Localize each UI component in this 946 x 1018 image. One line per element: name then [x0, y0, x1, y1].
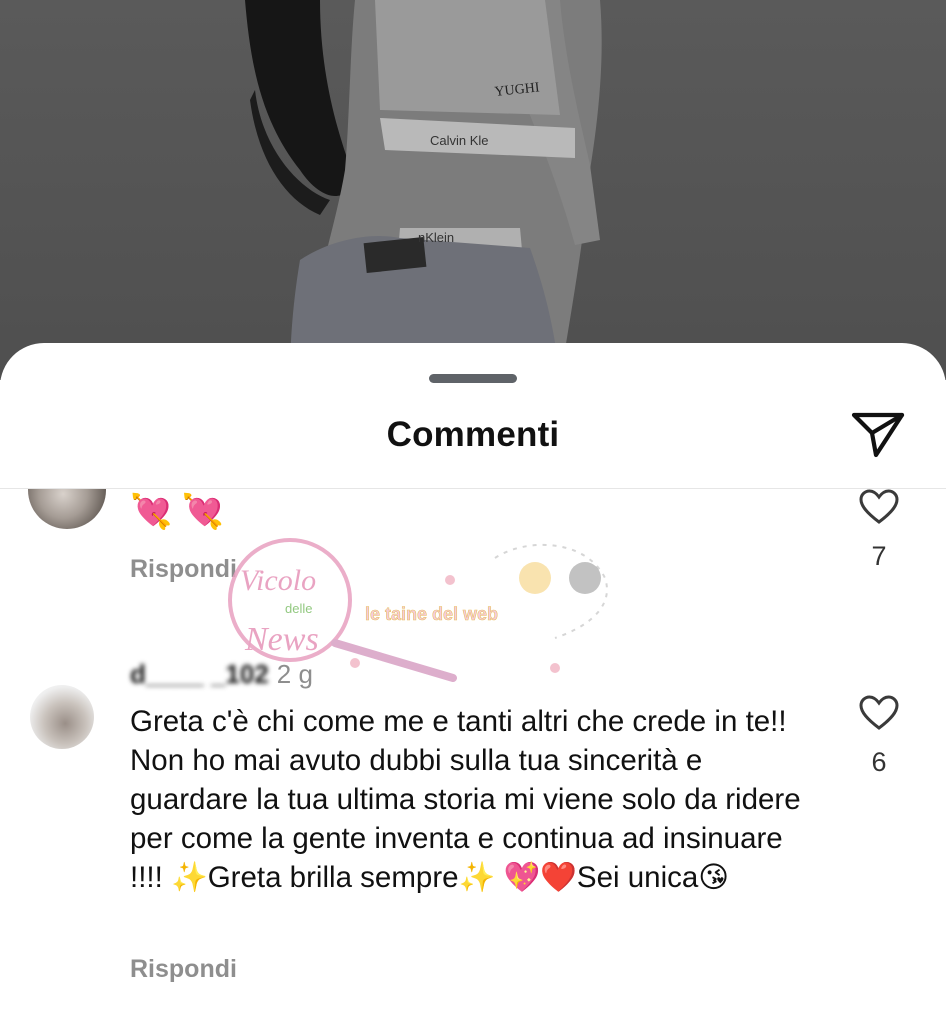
timestamp: 2 g: [276, 659, 313, 689]
reply-button[interactable]: Rispondi: [130, 955, 237, 984]
sheet-grabber-handle[interactable]: [429, 374, 517, 383]
like-button[interactable]: [859, 489, 899, 525]
underwear-brand-text: nKlein: [418, 230, 454, 245]
heart-outline-icon: [859, 489, 899, 524]
share-button[interactable]: [848, 407, 908, 463]
comment-text: Greta c'è chi come me e tanti altri che …: [130, 705, 801, 894]
like-count: 7: [871, 541, 887, 571]
like-button[interactable]: [859, 695, 899, 731]
bra-brand-text: Calvin Kle: [430, 133, 489, 148]
reply-button[interactable]: Rispondi: [130, 555, 237, 584]
screen: YUGHI Calvin Kle nKlein Commenti 💘 💘 Ris…: [0, 0, 946, 1018]
avatar[interactable]: [30, 685, 94, 749]
comment-header: d____ _102 2 g: [130, 659, 313, 690]
comments-sheet: Commenti 💘 💘 Rispondi 7 d____ _102 2 g G…: [0, 343, 946, 1018]
username[interactable]: d____ _102: [130, 659, 269, 689]
paper-plane-icon: [851, 412, 905, 458]
heart-outline-icon: [859, 695, 899, 730]
like-count: 6: [871, 747, 887, 777]
comments-list[interactable]: 💘 💘 Rispondi 7 d____ _102 2 g Greta c'è c…: [0, 489, 946, 1018]
avatar[interactable]: [28, 489, 106, 529]
background-post-photo: YUGHI Calvin Kle nKlein: [0, 0, 946, 380]
sheet-title: Commenti: [386, 415, 560, 454]
comment-text: 💘 💘: [130, 493, 225, 531]
